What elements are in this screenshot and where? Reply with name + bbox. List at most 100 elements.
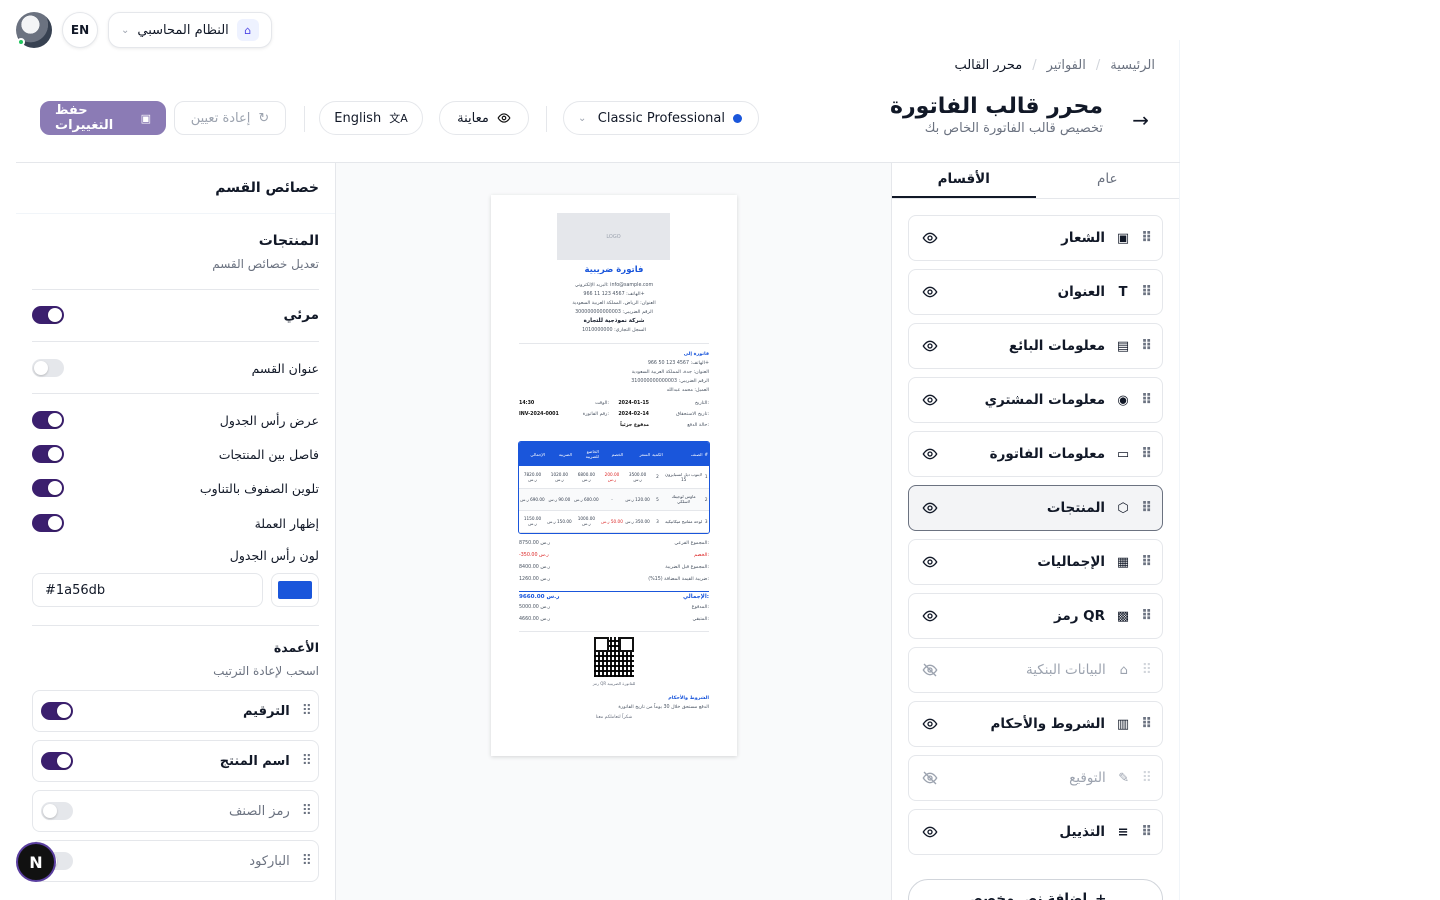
section-item[interactable]: التذييل ≡ ⠿ — [908, 809, 1163, 855]
toggle-row-striped: تلوين الصفوف بالتناوب — [32, 479, 319, 497]
section-item-label: معلومات البائع — [1008, 338, 1106, 354]
eye-icon[interactable] — [921, 715, 939, 733]
section-item[interactable]: التوقيع ✎ ⠿ — [908, 755, 1163, 801]
table-cell: 690.00 ر.س — [519, 488, 546, 511]
drag-handle-icon[interactable]: ⠿ — [1141, 230, 1152, 246]
drag-handle-icon[interactable]: ⠿ — [1141, 824, 1152, 840]
drag-handle-icon[interactable]: ⠿ — [1141, 338, 1152, 354]
breadcrumb-invoices[interactable]: الفواتير — [1047, 58, 1086, 73]
column-product-name-toggle[interactable] — [41, 752, 73, 770]
eye-icon[interactable] — [921, 607, 939, 625]
eye-icon[interactable] — [921, 553, 939, 571]
eye-icon[interactable] — [921, 229, 939, 247]
section-item[interactable]: الإجماليات ▦ ⠿ — [908, 539, 1163, 585]
language-button[interactable]: English 文A — [319, 101, 423, 135]
paper-divider — [519, 631, 709, 632]
section-item[interactable]: العنوان T ⠿ — [908, 269, 1163, 315]
totals-value: 8400.00 ر.س — [519, 565, 551, 570]
table-cell: 3 — [703, 510, 709, 533]
column-label: رمز الصنف — [228, 803, 290, 819]
section-item[interactable]: المنتجات ⬡ ⠿ — [908, 485, 1163, 531]
system-select[interactable]: ⌄ النظام المحاسبي ⌂ — [108, 12, 272, 48]
drag-handle-icon[interactable]: ⠿ — [302, 753, 312, 769]
section-item[interactable]: معلومات البائع ▤ ⠿ — [908, 323, 1163, 369]
table-header-cell: # — [703, 442, 709, 466]
striped-rows-toggle[interactable] — [32, 479, 64, 497]
save-button[interactable]: حفظ التغييرات ▣ — [40, 101, 166, 135]
table-header-cell: السعر — [624, 442, 652, 466]
drag-handle-icon[interactable]: ⠿ — [1142, 770, 1152, 786]
section-title-toggle[interactable] — [32, 359, 64, 377]
divider — [32, 393, 319, 394]
table-cell: 5 — [651, 488, 664, 511]
section-item[interactable]: رمز QR ▩ ⠿ — [908, 593, 1163, 639]
breadcrumb-home[interactable]: الرئيسية — [1110, 58, 1155, 73]
drag-handle-icon[interactable]: ⠿ — [1141, 716, 1152, 732]
column-item-code-toggle[interactable] — [41, 802, 73, 820]
divider — [32, 625, 319, 626]
page-header: محرر قالب الفاتورة تخصيص قالب الفاتورة ا… — [890, 94, 1103, 136]
product-separator-toggle[interactable] — [32, 445, 64, 463]
add-custom-text-button[interactable]: إضافة نص مخصص + — [908, 879, 1163, 900]
table-header-toggle[interactable] — [32, 411, 64, 429]
header-color-input[interactable]: #1a56db — [32, 573, 263, 607]
visible-toggle[interactable] — [32, 306, 64, 324]
back-arrow-icon[interactable]: → — [1132, 108, 1149, 132]
eye-off-icon[interactable] — [921, 661, 939, 679]
eye-icon[interactable] — [921, 445, 939, 463]
toggle-row-visible: مرئي — [32, 306, 319, 324]
drag-handle-icon[interactable]: ⠿ — [1142, 662, 1152, 678]
section-item[interactable]: البيانات البنكية ⌂ ⠿ — [908, 647, 1163, 693]
invoice-paper: LOGO فاتورة ضريبية البريد الإلكتروني: in… — [491, 195, 737, 756]
column-numbering-toggle[interactable] — [41, 702, 73, 720]
drag-handle-icon[interactable]: ⠿ — [1141, 392, 1152, 408]
section-item[interactable]: معلومات الفاتورة ▭ ⠿ — [908, 431, 1163, 477]
eye-off-icon[interactable] — [921, 769, 939, 787]
section-item[interactable]: الشعار ▣ ⠿ — [908, 215, 1163, 261]
user-avatar[interactable] — [16, 12, 52, 48]
totals-grand-row: 9660.00 ر.س الإجمالي: — [519, 591, 709, 605]
show-currency-toggle[interactable] — [32, 514, 64, 532]
drag-handle-icon[interactable]: ⠿ — [1141, 608, 1152, 624]
drag-handle-icon[interactable]: ⠿ — [302, 703, 312, 719]
table-header-cell: الخصم — [599, 442, 625, 466]
bank-icon: ⌂ — [236, 19, 259, 41]
template-select[interactable]: ⌄ Classic Professional — [563, 101, 759, 135]
drag-handle-icon[interactable]: ⠿ — [1141, 554, 1152, 570]
template-color-dot — [733, 113, 742, 123]
preview-button[interactable]: معاينة — [439, 101, 529, 135]
toggle-label: مرئي — [283, 307, 319, 323]
eye-icon[interactable] — [921, 391, 939, 409]
eye-icon[interactable] — [921, 337, 939, 355]
totals-value: 8750.00 ر.س — [519, 541, 551, 546]
terms-text: الدفع مستحق خلال 30 يوماً من تاريخ الفات… — [618, 705, 709, 710]
floppy-disk-icon: ▣ — [140, 111, 151, 125]
language-toggle-button[interactable]: EN — [62, 12, 98, 48]
column-item[interactable]: الترقيم ⠿ — [32, 690, 319, 732]
add-custom-text-label: إضافة نص مخصص — [964, 891, 1088, 900]
section-item-label: التذييل — [1059, 824, 1106, 840]
seller-line: العنوان: الرياض، المملكة العربية السعودي… — [572, 301, 656, 306]
toggle-label: عرض رأس الجدول — [219, 412, 319, 428]
drag-handle-icon[interactable]: ⠿ — [1141, 500, 1152, 516]
eye-icon[interactable] — [921, 499, 939, 517]
drag-handle-icon[interactable]: ⠿ — [1141, 284, 1152, 300]
drag-handle-icon[interactable]: ⠿ — [302, 803, 312, 819]
section-item[interactable]: معلومات المشتري ◉ ⠿ — [908, 377, 1163, 423]
drag-handle-icon[interactable]: ⠿ — [302, 853, 312, 869]
tab-general[interactable]: عام — [1036, 163, 1180, 198]
drag-handle-icon[interactable]: ⠿ — [1141, 446, 1152, 462]
eye-icon[interactable] — [921, 823, 939, 841]
floating-app-badge[interactable]: N — [16, 842, 56, 882]
section-item-label: الشروط والأحكام — [990, 716, 1106, 732]
eye-icon[interactable] — [921, 283, 939, 301]
reset-button[interactable]: إعادة تعيين ↻ — [174, 101, 286, 135]
column-item[interactable]: رمز الصنف ⠿ — [32, 790, 319, 832]
column-item[interactable]: الباركود ⠿ — [32, 840, 319, 882]
section-item-content: رمز QR ▩ ⠿ — [1054, 608, 1152, 624]
section-item[interactable]: الشروط والأحكام ▥ ⠿ — [908, 701, 1163, 747]
align-icon: ≡ — [1117, 824, 1129, 840]
color-swatch-button[interactable] — [271, 573, 319, 607]
column-item[interactable]: اسم المنتج ⠿ — [32, 740, 319, 782]
tab-sections[interactable]: الأقسام — [892, 163, 1036, 198]
